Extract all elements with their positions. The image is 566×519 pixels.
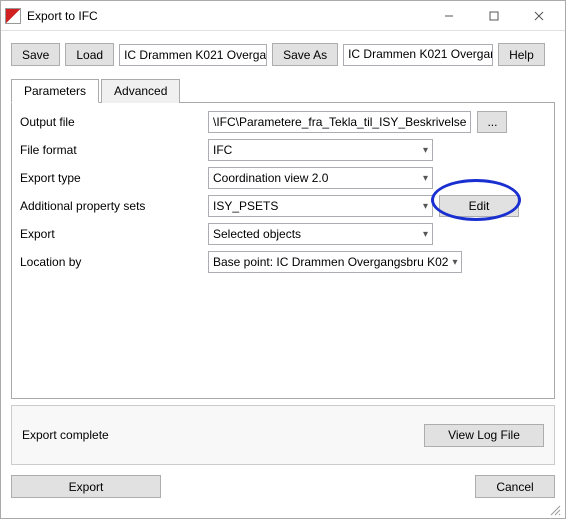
row-export-type: Export type Coordination view 2.0 ▾ bbox=[20, 167, 546, 189]
export-type-value: Coordination view 2.0 bbox=[213, 171, 328, 185]
tab-advanced[interactable]: Advanced bbox=[101, 79, 180, 103]
preset-dropdown-value: IC Drammen K021 Overgang: bbox=[124, 48, 267, 62]
file-format-label: File format bbox=[20, 143, 208, 157]
preset-dropdown[interactable]: IC Drammen K021 Overgang: ﹀ bbox=[119, 44, 267, 66]
chevron-down-icon: ▾ bbox=[452, 257, 457, 268]
row-location-by: Location by Base point: IC Drammen Overg… bbox=[20, 251, 546, 273]
export-label: Export bbox=[20, 227, 208, 241]
edit-psets-button[interactable]: Edit bbox=[439, 195, 519, 217]
row-export: Export Selected objects ▾ bbox=[20, 223, 546, 245]
view-log-button[interactable]: View Log File bbox=[424, 424, 544, 447]
chevron-down-icon: ▾ bbox=[423, 145, 428, 156]
save-button[interactable]: Save bbox=[11, 43, 60, 66]
location-by-value: Base point: IC Drammen Overgangsbru K02 bbox=[213, 255, 448, 269]
output-file-input[interactable]: \IFC\Parametere_fra_Tekla_til_ISY_Beskri… bbox=[208, 111, 471, 133]
save-as-button[interactable]: Save As bbox=[272, 43, 338, 66]
cancel-button[interactable]: Cancel bbox=[475, 475, 555, 498]
maximize-button[interactable] bbox=[471, 1, 516, 31]
tabs: Parameters Advanced bbox=[11, 78, 555, 103]
additional-psets-dropdown[interactable]: ISY_PSETS ▾ bbox=[208, 195, 433, 217]
output-file-value: \IFC\Parametere_fra_Tekla_til_ISY_Beskri… bbox=[213, 115, 466, 129]
tab-body: Output file \IFC\Parametere_fra_Tekla_ti… bbox=[11, 103, 555, 399]
preset-name-field[interactable]: IC Drammen K021 Overgangsbru bbox=[343, 44, 493, 66]
file-format-dropdown[interactable]: IFC ▾ bbox=[208, 139, 433, 161]
row-output-file: Output file \IFC\Parametere_fra_Tekla_ti… bbox=[20, 111, 546, 133]
toolbar: Save Load IC Drammen K021 Overgang: ﹀ Sa… bbox=[1, 31, 565, 78]
window-title: Export to IFC bbox=[27, 9, 98, 23]
export-ifc-window: Export to IFC Save Load IC Drammen K021 … bbox=[0, 0, 566, 519]
row-additional-psets: Additional property sets ISY_PSETS ▾ Edi… bbox=[20, 195, 546, 217]
titlebar: Export to IFC bbox=[1, 1, 565, 31]
export-type-dropdown[interactable]: Coordination view 2.0 ▾ bbox=[208, 167, 433, 189]
minimize-button[interactable] bbox=[426, 1, 471, 31]
export-type-label: Export type bbox=[20, 171, 208, 185]
row-file-format: File format IFC ▾ bbox=[20, 139, 546, 161]
chevron-down-icon: ▾ bbox=[423, 173, 428, 184]
browse-label: ... bbox=[487, 115, 497, 129]
resize-grip[interactable] bbox=[549, 504, 565, 518]
file-format-value: IFC bbox=[213, 143, 232, 157]
location-by-dropdown[interactable]: Base point: IC Drammen Overgangsbru K02 … bbox=[208, 251, 462, 273]
export-value: Selected objects bbox=[213, 227, 301, 241]
app-icon bbox=[5, 8, 21, 24]
additional-psets-value: ISY_PSETS bbox=[213, 199, 278, 213]
tabs-area: Parameters Advanced Output file \IFC\Par… bbox=[11, 78, 555, 399]
chevron-down-icon: ▾ bbox=[423, 229, 428, 240]
status-message: Export complete bbox=[22, 428, 109, 442]
close-button[interactable] bbox=[516, 1, 561, 31]
help-button[interactable]: Help bbox=[498, 43, 545, 66]
output-file-label: Output file bbox=[20, 115, 208, 129]
status-area: Export complete View Log File bbox=[11, 405, 555, 465]
additional-psets-label: Additional property sets bbox=[20, 199, 208, 213]
bottom-bar: Export Cancel bbox=[1, 465, 565, 504]
tab-parameters[interactable]: Parameters bbox=[11, 79, 99, 103]
export-dropdown[interactable]: Selected objects ▾ bbox=[208, 223, 433, 245]
location-by-label: Location by bbox=[20, 255, 208, 269]
load-button[interactable]: Load bbox=[65, 43, 114, 66]
edit-psets-label: Edit bbox=[469, 199, 490, 213]
browse-button[interactable]: ... bbox=[477, 111, 507, 133]
chevron-down-icon: ▾ bbox=[423, 201, 428, 212]
export-button[interactable]: Export bbox=[11, 475, 161, 498]
